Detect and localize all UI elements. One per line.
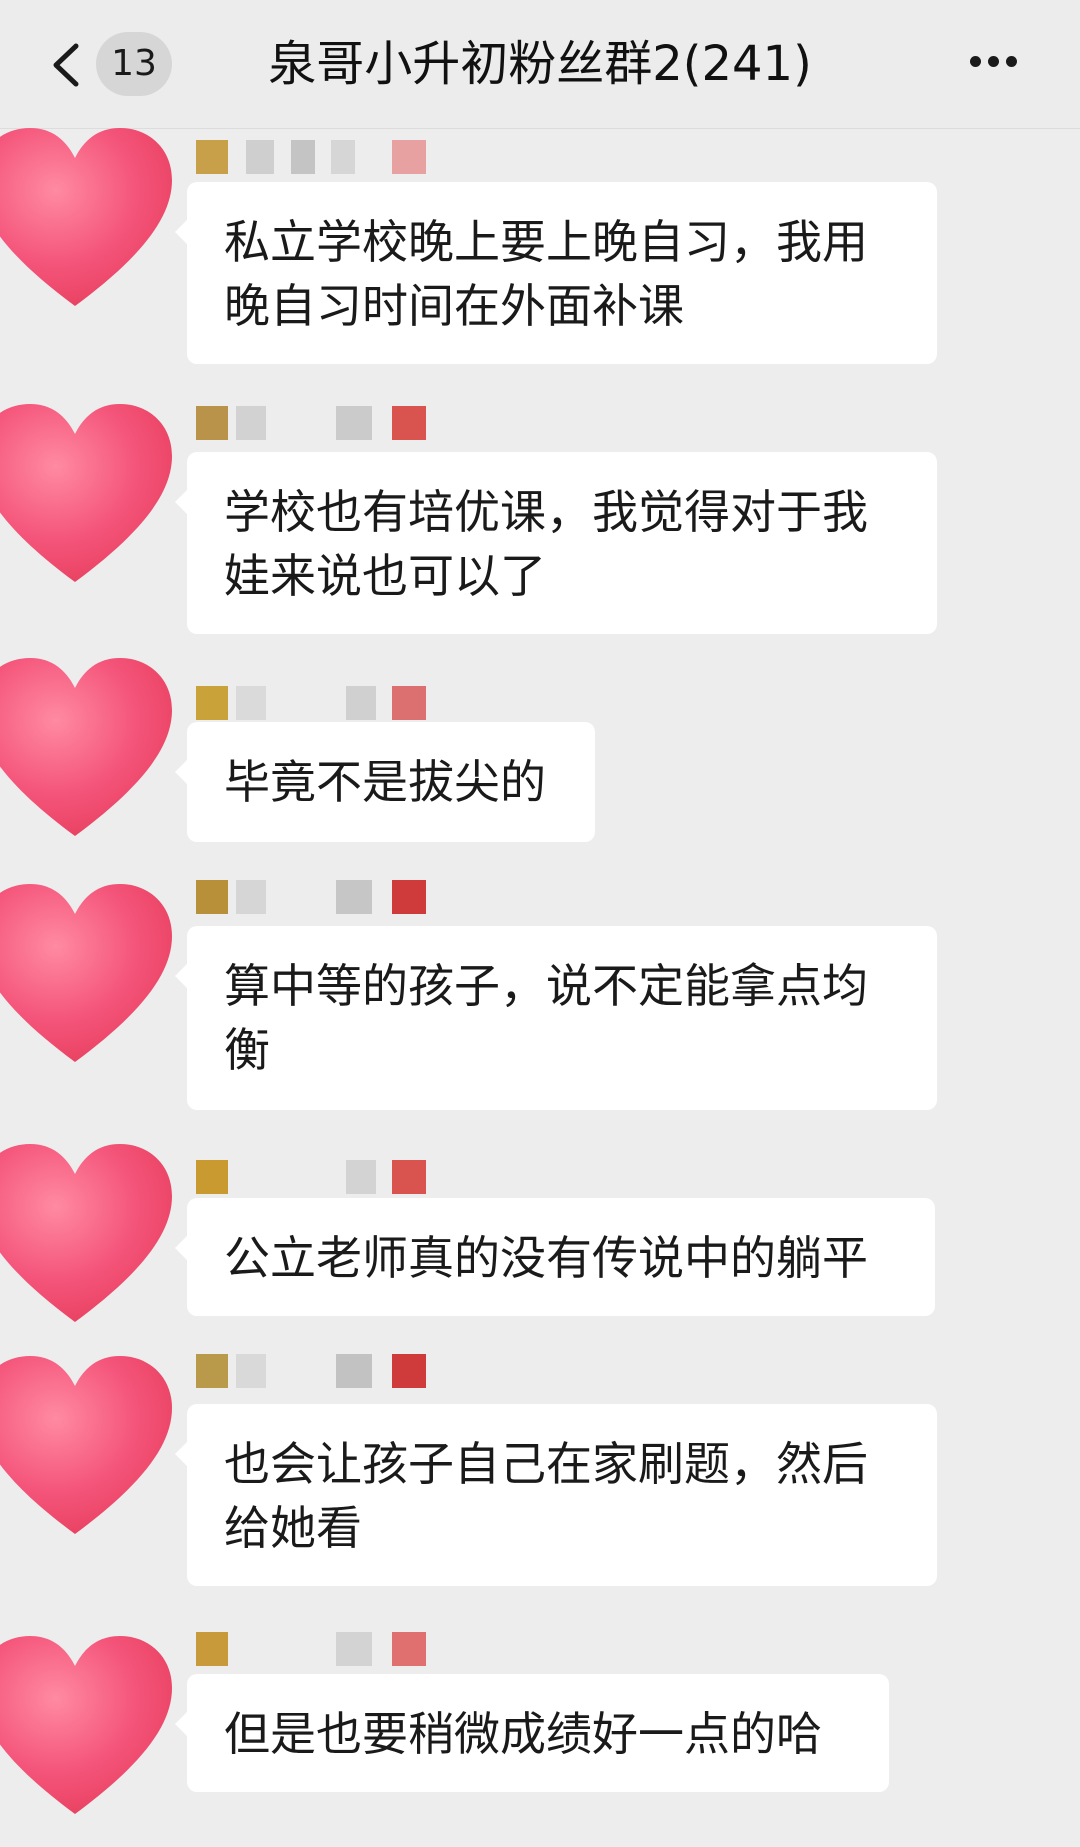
heart-avatar-icon[interactable] (0, 648, 180, 848)
sender-name-blurred (196, 1632, 426, 1666)
sender-name-blurred (196, 406, 426, 440)
heart-avatar-icon[interactable] (0, 118, 180, 318)
chat-title: 泉哥小升初粉丝群2(241) (268, 36, 812, 92)
message-bubble[interactable]: 公立老师真的没有传说中的躺平 (175, 1198, 935, 1316)
message-bubble[interactable]: 算中等的孩子，说不定能拿点均衡 (175, 926, 937, 1110)
heart-avatar-icon[interactable] (0, 1346, 180, 1546)
message-bubble[interactable]: 但是也要稍微成绩好一点的哈 (175, 1674, 889, 1792)
sender-name-blurred (196, 1160, 426, 1194)
message-bubble[interactable]: 学校也有培优课，我觉得对于我娃来说也可以了 (175, 452, 937, 634)
sender-name-blurred (196, 880, 426, 914)
sender-name-blurred (196, 140, 426, 174)
heart-avatar-icon[interactable] (0, 1134, 180, 1334)
message-bubble[interactable]: 也会让孩子自己在家刷题，然后给她看 (175, 1404, 937, 1586)
unread-count-badge[interactable]: 13 (96, 32, 172, 96)
heart-avatar-icon[interactable] (0, 874, 180, 1074)
message-bubble[interactable]: 毕竟不是拔尖的 (175, 722, 595, 842)
chevron-left-icon[interactable] (48, 42, 84, 88)
chat-header: 13 泉哥小升初粉丝群2(241) (0, 0, 1080, 129)
sender-name-blurred (196, 1354, 426, 1388)
heart-avatar-icon[interactable] (0, 394, 180, 594)
heart-avatar-icon[interactable] (0, 1626, 180, 1826)
sender-name-blurred (196, 686, 426, 720)
more-dots-icon[interactable] (970, 52, 1026, 72)
message-bubble[interactable]: 私立学校晚上要上晚自习，我用晚自习时间在外面补课 (175, 182, 937, 364)
